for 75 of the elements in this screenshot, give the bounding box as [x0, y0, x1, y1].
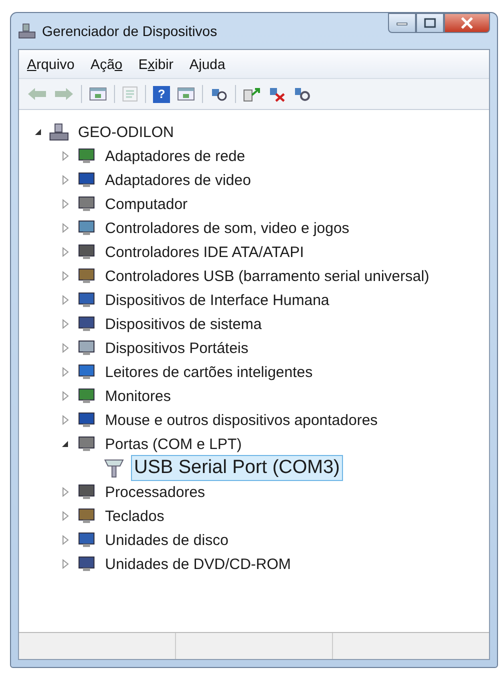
expand-arrow-icon[interactable]	[62, 511, 68, 521]
computer-icon	[18, 23, 36, 39]
collapse-arrow-icon[interactable]	[61, 440, 69, 448]
minimize-icon	[396, 20, 408, 26]
tree-item[interactable]: Monitores	[102, 386, 174, 406]
expand-arrow-icon[interactable]	[62, 151, 68, 161]
menu-item[interactable]: Ajuda	[189, 56, 226, 72]
tree-item[interactable]: Mouse e outros dispositivos apontadores	[102, 410, 381, 430]
tree-item[interactable]: Controladores de som, video e jogos	[102, 218, 352, 238]
tree-item[interactable]: Dispositivos de sistema	[102, 314, 265, 334]
tree-item[interactable]: Computador	[102, 194, 191, 214]
device-icon	[76, 315, 96, 333]
close-button[interactable]	[444, 13, 490, 33]
expand-arrow-icon[interactable]	[62, 367, 68, 377]
tree-item[interactable]: Teclados	[102, 506, 168, 526]
tree-item[interactable]: Dispositivos de Interface Humana	[102, 290, 332, 310]
expand-arrow-icon[interactable]	[62, 175, 68, 185]
window-icon[interactable]	[177, 86, 195, 102]
help-button[interactable]: ?	[153, 86, 170, 102]
device-icon	[76, 435, 96, 453]
disable-icon[interactable]	[293, 86, 311, 102]
tree-item[interactable]: Controladores USB (barramento serial universal)	[102, 266, 432, 286]
tree-item[interactable]: Leitores de cartões inteligentes	[102, 362, 316, 382]
scan-icon[interactable]	[210, 86, 228, 102]
tree-item[interactable]: Adaptadores de video	[102, 170, 254, 190]
expand-arrow-icon[interactable]	[62, 415, 68, 425]
expand-arrow-icon[interactable]	[62, 559, 68, 569]
tree-item[interactable]: USB Serial Port (COM3)	[131, 455, 343, 481]
uninstall-icon[interactable]	[268, 86, 286, 102]
window-icon[interactable]	[89, 86, 107, 102]
device-icon	[76, 171, 96, 189]
device-icon	[76, 363, 96, 381]
device-icon	[76, 555, 96, 573]
tree-item[interactable]: Controladores IDE ATA/ATAPI	[102, 242, 307, 262]
device-icon	[76, 147, 96, 165]
expand-arrow-icon[interactable]	[62, 199, 68, 209]
device-icon	[76, 411, 96, 429]
window-title: Gerenciador de Dispositivos	[42, 23, 218, 39]
minimize-button[interactable]	[388, 13, 416, 33]
update-icon[interactable]	[243, 86, 261, 102]
tree-item[interactable]: Unidades de disco	[102, 530, 232, 550]
device-icon	[76, 243, 96, 261]
device-icon	[76, 267, 96, 285]
expand-arrow-icon[interactable]	[62, 295, 68, 305]
expand-arrow-icon[interactable]	[62, 319, 68, 329]
maximize-icon	[424, 18, 436, 28]
menu-item[interactable]: Exibir	[138, 56, 174, 72]
expand-arrow-icon[interactable]	[62, 487, 68, 497]
close-icon	[460, 17, 474, 29]
tree-item[interactable]: Unidades de DVD/CD-ROM	[102, 554, 294, 574]
collapse-arrow-icon[interactable]	[34, 128, 42, 136]
expand-arrow-icon[interactable]	[62, 535, 68, 545]
computer-icon	[49, 123, 69, 141]
device-icon	[76, 507, 96, 525]
maximize-button[interactable]	[416, 13, 444, 33]
device-icon	[76, 387, 96, 405]
expand-arrow-icon[interactable]	[62, 391, 68, 401]
tree-item[interactable]: Adaptadores de rede	[102, 146, 248, 166]
expand-arrow-icon[interactable]	[62, 223, 68, 233]
tree-item[interactable]: Processadores	[102, 482, 208, 502]
tree-item[interactable]: Portas (COM e LPT)	[102, 434, 245, 454]
device-icon	[76, 339, 96, 357]
tree-item[interactable]: GEO-ODILON	[75, 122, 177, 142]
device-icon	[76, 195, 96, 213]
expand-arrow-icon[interactable]	[62, 247, 68, 257]
device-icon	[76, 483, 96, 501]
menu-item[interactable]: Ação	[90, 56, 122, 72]
device-icon	[76, 531, 96, 549]
expand-arrow-icon[interactable]	[62, 271, 68, 281]
expand-arrow-icon[interactable]	[62, 343, 68, 353]
device-icon	[76, 219, 96, 237]
menu-item[interactable]: Arquivo	[27, 56, 74, 72]
tree-item[interactable]: Dispositivos Portáteis	[102, 338, 252, 358]
serial-port-icon	[103, 458, 125, 478]
device-icon	[76, 291, 96, 309]
